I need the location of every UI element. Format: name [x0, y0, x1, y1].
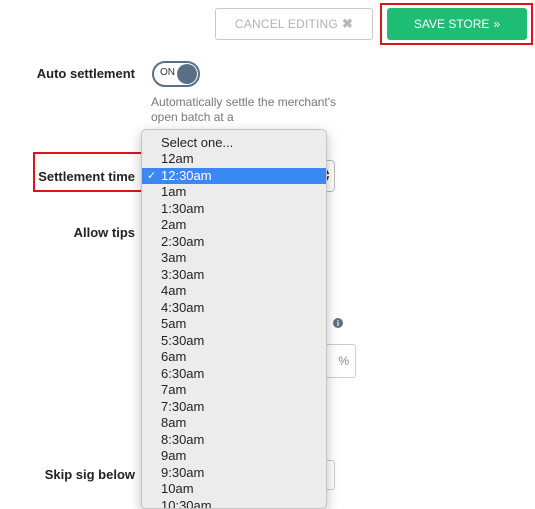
- auto-settlement-toggle[interactable]: ON: [152, 61, 200, 87]
- toggle-knob: [177, 64, 197, 84]
- dropdown-option-label: 6:30am: [161, 366, 204, 381]
- dropdown-option-label: 5am: [161, 316, 186, 331]
- dropdown-option[interactable]: 2:30am: [142, 234, 326, 251]
- dropdown-option-label: 3am: [161, 250, 186, 265]
- dropdown-option[interactable]: 8am: [142, 415, 326, 432]
- dropdown-option-label: 10:30am: [161, 498, 212, 509]
- dropdown-option[interactable]: ✓ 12:30am: [142, 168, 326, 185]
- auto-settlement-helper-text: Automatically settle the merchant's open…: [151, 95, 341, 125]
- cancel-editing-button[interactable]: CANCEL EDITING ✖: [215, 8, 373, 40]
- cancel-editing-label: CANCEL EDITING: [235, 17, 338, 31]
- dropdown-option[interactable]: 10:30am: [142, 498, 326, 509]
- dropdown-option-label: 5:30am: [161, 333, 204, 348]
- settlement-time-dropdown[interactable]: Select one... 12am ✓ 12:30am1am 1:30am2am 2:…: [141, 129, 327, 509]
- dropdown-option[interactable]: 7am: [142, 382, 326, 399]
- dropdown-option[interactable]: 4:30am: [142, 300, 326, 317]
- dropdown-option-label: 9am: [161, 448, 186, 463]
- dropdown-option[interactable]: 7:30am: [142, 399, 326, 416]
- dropdown-option[interactable]: 1am: [142, 184, 326, 201]
- dropdown-option[interactable]: 6am: [142, 349, 326, 366]
- dropdown-options: 12am✓12:30am1am1:30am2am2:30am3am3:30am4…: [142, 151, 326, 509]
- dropdown-option-label: 12:30am: [161, 168, 212, 183]
- dropdown-option-label: 9:30am: [161, 465, 204, 480]
- dropdown-option[interactable]: 5:30am: [142, 333, 326, 350]
- dropdown-option[interactable]: 3am: [142, 250, 326, 267]
- dropdown-option[interactable]: 1:30am: [142, 201, 326, 218]
- dropdown-option[interactable]: 6:30am: [142, 366, 326, 383]
- dropdown-option-label: 8:30am: [161, 432, 204, 447]
- dropdown-option-label: 4am: [161, 283, 186, 298]
- double-chevron-right-icon: »: [493, 17, 500, 31]
- dropdown-option-label: 1:30am: [161, 201, 204, 216]
- dropdown-option-label: 3:30am: [161, 267, 204, 282]
- toggle-on-text: ON: [160, 67, 175, 78]
- dropdown-option-label: 2:30am: [161, 234, 204, 249]
- dropdown-option-label: 6am: [161, 349, 186, 364]
- dropdown-option[interactable]: 3:30am: [142, 267, 326, 284]
- dropdown-option-label: 4:30am: [161, 300, 204, 315]
- save-store-button[interactable]: SAVE STORE »: [387, 8, 527, 40]
- dropdown-option[interactable]: 4am: [142, 283, 326, 300]
- dropdown-option[interactable]: 12am: [142, 151, 326, 168]
- dropdown-option[interactable]: 10am: [142, 481, 326, 498]
- checkmark-icon: ✓: [147, 168, 156, 185]
- save-store-label: SAVE STORE: [414, 17, 490, 31]
- dropdown-option-label: 8am: [161, 415, 186, 430]
- skip-sig-below-label: Skip sig below: [22, 467, 135, 482]
- auto-settlement-label: Auto settlement: [22, 66, 135, 81]
- settlement-time-label: Settlement time: [22, 169, 135, 184]
- dropdown-option-label: 1am: [161, 184, 186, 199]
- dropdown-option[interactable]: 2am: [142, 217, 326, 234]
- allow-tips-label: Allow tips: [22, 225, 135, 240]
- close-icon: ✖: [342, 16, 353, 32]
- dropdown-option-label: 2am: [161, 217, 186, 232]
- dropdown-option[interactable]: 8:30am: [142, 432, 326, 449]
- dropdown-option-label: 12am: [161, 151, 194, 166]
- percent-symbol: %: [338, 354, 349, 368]
- dropdown-option-label: 10am: [161, 481, 194, 496]
- info-icon[interactable]: i: [333, 318, 343, 328]
- dropdown-placeholder: Select one...: [161, 135, 233, 150]
- dropdown-option-label: 7:30am: [161, 399, 204, 414]
- dropdown-option[interactable]: 9am: [142, 448, 326, 465]
- dropdown-option-label: 7am: [161, 382, 186, 397]
- dropdown-option[interactable]: 9:30am: [142, 465, 326, 482]
- dropdown-option[interactable]: 5am: [142, 316, 326, 333]
